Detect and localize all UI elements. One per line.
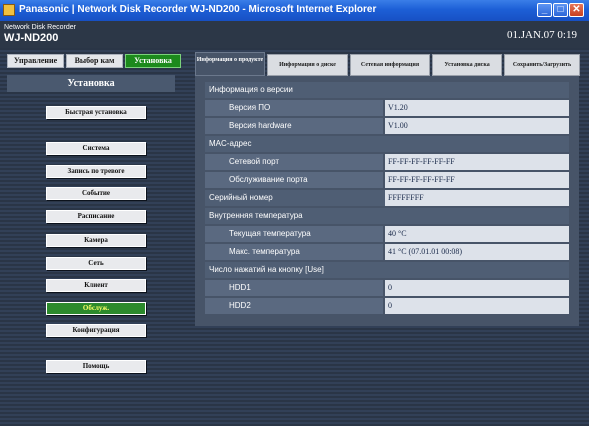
tab-camera-select[interactable]: Выбор кам [66, 54, 123, 68]
app-header: Network Disk Recorder WJ-ND200 01.JAN.07… [0, 21, 589, 48]
max-temperature-row: Макс. температура 41 °C (07.01.01 00:08) [205, 244, 569, 260]
left-panel: Управление Выбор кам Установка Установка… [0, 48, 187, 426]
row-value: V1.20 [385, 100, 569, 116]
section-label: MAC-адрес [209, 139, 252, 148]
row-label: Текущая температура [205, 226, 383, 242]
mac-section: MAC-адрес [205, 136, 569, 152]
quick-setup-button[interactable]: Быстрая установка [46, 106, 146, 119]
section-label: Внутренняя температура [209, 211, 303, 220]
model-name: WJ-ND200 [4, 32, 59, 44]
hardware-version-row: Версия hardware V1.00 [205, 118, 569, 134]
network-button[interactable]: Сеть [46, 257, 146, 270]
hdd2-row: HDD2 0 [205, 298, 569, 314]
window-title: Panasonic | Network Disk Recorder WJ-ND2… [19, 4, 377, 15]
maintenance-button[interactable]: Обслуж. [46, 302, 146, 315]
tab-network-info[interactable]: Сетевая информация [350, 54, 430, 76]
row-value: 40 °C [385, 226, 569, 242]
software-version-row: Версия ПО V1.20 [205, 100, 569, 116]
tab-setup[interactable]: Установка [125, 54, 181, 68]
tab-disk-setup[interactable]: Установка диска [432, 54, 502, 76]
row-value: FF-FF-FF-FF-FF-FF [385, 172, 569, 188]
client-button[interactable]: Клиент [46, 279, 146, 292]
maintenance-port-row: Обслуживание порта FF-FF-FF-FF-FF-FF [205, 172, 569, 188]
version-section: Информация о версии [205, 82, 569, 98]
current-temperature-row: Текущая температура 40 °C [205, 226, 569, 242]
ie-icon [3, 4, 15, 16]
row-label: Сетевой порт [205, 154, 383, 170]
tab-save-load[interactable]: Сохранить/Загрузить [504, 54, 580, 76]
close-icon[interactable]: ✕ [569, 3, 584, 17]
camera-button[interactable]: Камера [46, 234, 146, 247]
row-label: HDD1 [205, 280, 383, 296]
row-value: V1.00 [385, 118, 569, 134]
section-title: Установка [7, 75, 175, 92]
row-label: Версия ПО [205, 100, 383, 116]
row-label: Версия hardware [205, 118, 383, 134]
row-value: 0 [385, 298, 569, 314]
hdd1-row: HDD1 0 [205, 280, 569, 296]
row-value: FFFFFFFF [385, 190, 569, 206]
event-button[interactable]: Событие [46, 187, 146, 200]
tab-product-info[interactable]: Информация о продукте [195, 52, 265, 76]
schedule-button[interactable]: Расписание [46, 210, 146, 223]
temperature-section: Внутренняя температура [205, 208, 569, 224]
product-info-panel: Информация о версии Версия ПО V1.20 Верс… [195, 76, 579, 326]
use-button-count-section: Число нажатий на кнопку [Use] [205, 262, 569, 278]
minimize-icon[interactable]: _ [537, 3, 552, 17]
datetime-display: 01.JAN.07 0:19 [507, 29, 577, 41]
row-value: FF-FF-FF-FF-FF-FF [385, 154, 569, 170]
row-value: 41 °C (07.01.01 00:08) [385, 244, 569, 260]
row-label: Макс. температура [205, 244, 383, 260]
alarm-recording-button[interactable]: Запись по тревоге [46, 165, 146, 178]
maximize-icon[interactable]: □ [553, 3, 568, 17]
window-titlebar: Panasonic | Network Disk Recorder WJ-ND2… [0, 0, 589, 21]
row-label: HDD2 [205, 298, 383, 314]
content-area: Информация о продукте Информация о диске… [187, 48, 589, 426]
row-label: Серийный номер [209, 193, 273, 202]
help-button[interactable]: Помощь [46, 360, 146, 373]
row-label: Обслуживание порта [205, 172, 383, 188]
system-button[interactable]: Система [46, 142, 146, 155]
configuration-button[interactable]: Конфигурация [46, 324, 146, 337]
header-subtitle: Network Disk Recorder [4, 24, 76, 31]
row-value: 0 [385, 280, 569, 296]
tab-control[interactable]: Управление [7, 54, 64, 68]
section-label: Информация о версии [209, 85, 293, 94]
section-label: Число нажатий на кнопку [Use] [209, 265, 324, 274]
serial-number-row: Серийный номер FFFFFFFF [205, 190, 569, 206]
tab-disk-info[interactable]: Информация о диске [267, 54, 348, 76]
network-port-row: Сетевой порт FF-FF-FF-FF-FF-FF [205, 154, 569, 170]
